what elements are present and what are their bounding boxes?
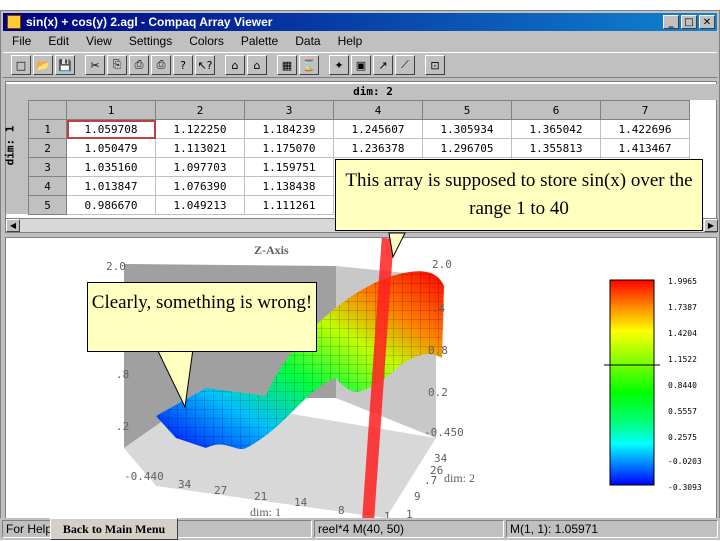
left-callout-pointer [156, 348, 194, 409]
status-cell-value: M(1, 1): 1.05971 [506, 520, 718, 538]
status-array-info: reel*4 M(40, 50) [314, 520, 504, 538]
app-window: sin(x) + cos(y) 2.agl - Compaq Array Vie… [0, 10, 720, 540]
callout-pointers [156, 232, 406, 409]
top-callout-pointer [388, 232, 406, 259]
left-callout: Clearly, something is wrong! [87, 282, 317, 352]
top-callout: This array is supposed to store sin(x) o… [335, 159, 703, 231]
back-to-main-menu-button[interactable]: Back to Main Menu [50, 518, 178, 540]
